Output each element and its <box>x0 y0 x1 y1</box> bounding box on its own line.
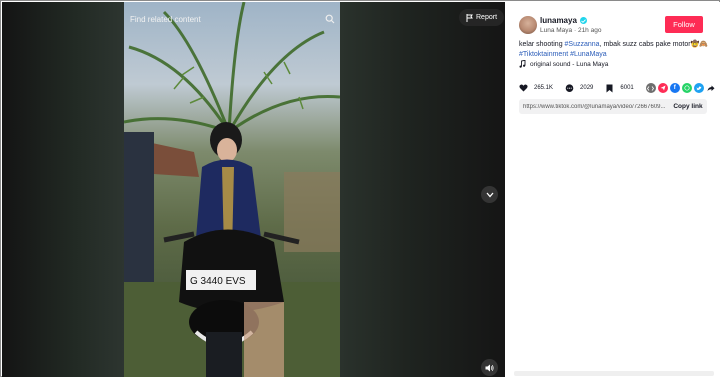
bookmark-icon <box>605 84 614 93</box>
video-info-panel: lunamaya Luna Maya · 21h ago Follow kela… <box>505 2 720 377</box>
sound-name: original sound - Luna Maya <box>530 60 609 68</box>
video-frame-illustration: G 3440 EVS <box>124 2 340 377</box>
comment-count: 2029 <box>580 85 594 91</box>
comment-stat[interactable]: 2029 <box>565 83 594 93</box>
hashtag-tiktoktainment[interactable]: #Tiktoktainment <box>519 51 568 58</box>
svg-text:G 3440 EVS: G 3440 EVS <box>190 276 246 287</box>
like-stat[interactable]: 265.1K <box>519 84 553 93</box>
copy-link-button[interactable]: Copy link <box>669 99 707 114</box>
follow-button[interactable]: Follow <box>665 16 703 33</box>
volume-button[interactable] <box>481 359 498 376</box>
facebook-icon[interactable]: f <box>669 83 680 93</box>
username-row: lunamaya <box>540 16 587 25</box>
find-related-content-link[interactable]: Find related content <box>130 15 201 24</box>
verified-badge-icon <box>579 17 587 24</box>
next-video-button[interactable] <box>481 186 498 203</box>
twitter-icon[interactable] <box>693 83 704 93</box>
caption-text: kelar shooting <box>519 41 565 48</box>
video-url-field[interactable]: https://www.tiktok.com/@lunamaya/video/7… <box>519 104 669 110</box>
save-count: 6001 <box>620 85 634 91</box>
report-label: Report <box>476 14 498 21</box>
embed-icon[interactable] <box>645 83 656 93</box>
username[interactable]: lunamaya <box>540 16 577 25</box>
speaker-icon <box>485 364 494 371</box>
horizontal-scrollbar[interactable] <box>514 371 714 376</box>
posted-time: 21h ago <box>577 27 602 34</box>
whatsapp-icon[interactable] <box>681 83 692 93</box>
music-note-icon <box>519 60 526 68</box>
caption-text-2: , mbak suzz cabs pake motor🤠🙈 <box>599 41 709 48</box>
report-button[interactable]: Report <box>459 9 505 26</box>
video-top-bar: Find related content <box>130 10 336 28</box>
like-count: 265.1K <box>534 85 554 91</box>
display-name: Luna Maya <box>540 27 573 34</box>
avatar[interactable] <box>519 16 537 34</box>
hashtag-suzzanna[interactable]: #Suzzanna <box>565 41 600 48</box>
chevron-down-icon <box>486 192 493 197</box>
search-icon[interactable] <box>324 13 336 25</box>
flag-icon <box>466 13 473 22</box>
tiktok-video-window: G 3440 EVS Find related content Report l… <box>0 0 720 377</box>
video-link-row: https://www.tiktok.com/@lunamaya/video/7… <box>519 99 707 114</box>
save-stat[interactable]: 6001 <box>605 84 634 93</box>
blurred-backdrop-left <box>2 2 124 377</box>
share-buttons: f <box>645 83 716 93</box>
hashtag-lunamaya[interactable]: #LunaMaya <box>570 51 607 58</box>
video-area: G 3440 EVS Find related content Report <box>2 2 505 377</box>
sound-row[interactable]: original sound - Luna Maya <box>519 60 608 68</box>
engagement-bar: 265.1K 2029 6001 f <box>519 82 715 94</box>
comment-icon <box>565 83 574 93</box>
send-to-friends-icon[interactable] <box>657 83 668 93</box>
share-arrow-icon[interactable] <box>706 83 716 93</box>
video-caption: kelar shooting #Suzzanna, mbak suzz cabs… <box>519 40 711 59</box>
heart-icon <box>519 84 528 93</box>
author-subtitle: Luna Maya · 21h ago <box>540 27 601 34</box>
blurred-backdrop-right <box>340 2 505 377</box>
video-player[interactable]: G 3440 EVS <box>124 2 340 377</box>
